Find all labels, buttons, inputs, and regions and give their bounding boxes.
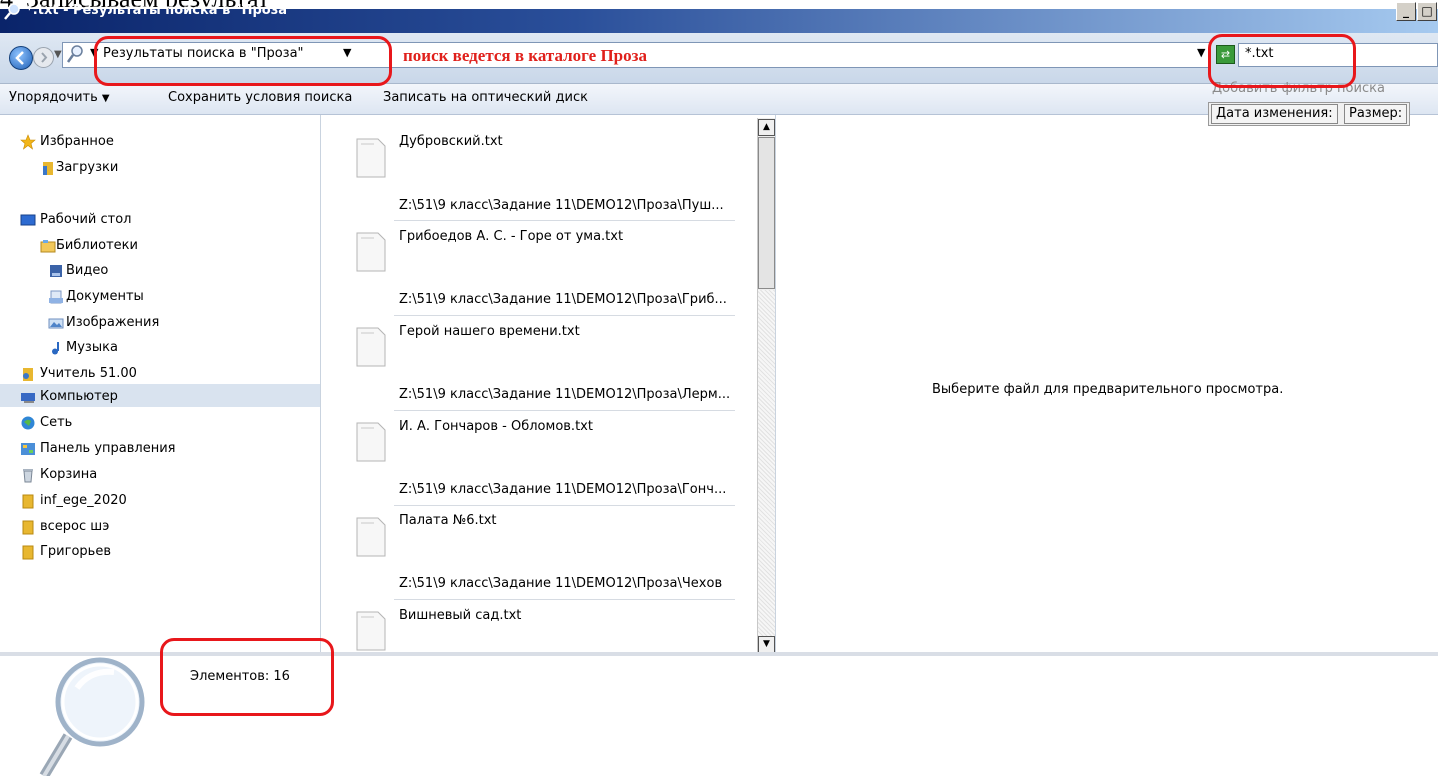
search-icon: [66, 45, 83, 63]
scroll-thumb[interactable]: [758, 137, 775, 289]
file-path: Z:\51\9 класс\Задание 11\DEMO12\Проза\Го…: [399, 482, 727, 497]
video-icon: [50, 265, 62, 277]
nav-favorites-label: Избранное: [40, 134, 114, 149]
file-name[interactable]: Грибоедов А. С. - Горе от ума.txt: [399, 229, 623, 244]
file-name[interactable]: Вишневый сад.txt: [399, 608, 521, 623]
computer-icon: [21, 393, 35, 403]
burn-disc-button[interactable]: Записать на оптический диск: [383, 90, 588, 105]
nav-folder-grigoriev-label: Григорьев: [40, 544, 111, 559]
downloads-folder-icon: [43, 162, 53, 175]
nav-music-label: Музыка: [66, 340, 118, 355]
nav-images-label: Изображения: [66, 315, 160, 330]
folder-icon: [22, 545, 34, 560]
size-filter[interactable]: Размер:: [1344, 104, 1408, 124]
nav-desktop-label: Рабочий стол: [40, 212, 132, 227]
file-name[interactable]: Дубровский.txt: [399, 134, 503, 149]
address-dropdown-icon[interactable]: ▼: [1197, 46, 1205, 59]
file-name[interactable]: Герой нашего времени.txt: [399, 324, 580, 339]
nav-documents-label: Документы: [66, 289, 144, 304]
nav-downloads-label: Загрузки: [56, 160, 119, 175]
window-title: *.txt - Результаты поиска в "Проза": [26, 3, 294, 18]
chevron-down-icon: ▼: [101, 93, 110, 104]
maximize-button[interactable]: □: [1417, 2, 1437, 21]
preview-message: Выберите файл для предварительного просм…: [932, 382, 1284, 397]
organize-label: Упорядочить: [9, 90, 98, 105]
text-file-icon: [356, 327, 386, 367]
results-list: [322, 115, 755, 652]
organize-button[interactable]: Упорядочить ▼: [9, 90, 110, 105]
file-path: Z:\51\9 класс\Задание 11\DEMO12\Проза\Пу…: [399, 198, 724, 213]
arrow-right-icon: [41, 52, 48, 63]
arrow-left-icon: [15, 51, 24, 65]
preview-divider: [775, 115, 776, 652]
annotation-text: поиск ведется в каталоге Проза: [403, 46, 647, 65]
nav-computer-label: Компьютер: [40, 389, 118, 404]
control-panel-icon: [21, 443, 35, 455]
row-divider: [394, 315, 735, 316]
row-divider: [394, 599, 735, 600]
nav-user-label: Учитель 51.00: [40, 366, 137, 381]
nav-recycle-bin-label: Корзина: [40, 467, 98, 482]
nav-control-panel-label: Панель управления: [40, 441, 176, 456]
forward-button[interactable]: [33, 47, 54, 68]
text-file-icon: [356, 138, 386, 178]
text-file-icon: [356, 232, 386, 272]
file-name[interactable]: И. А. Гончаров - Обломов.txt: [399, 419, 593, 434]
annotation-outline-count: [160, 638, 334, 716]
desktop-icon: [20, 214, 36, 226]
annotation-outline-address: [94, 36, 392, 86]
text-file-icon: [356, 611, 386, 651]
date-modified-filter[interactable]: Дата изменения:: [1211, 104, 1338, 124]
user-folder-icon: [23, 368, 33, 381]
back-button[interactable]: [9, 46, 33, 70]
libraries-icon: [40, 240, 56, 253]
row-divider: [394, 505, 735, 506]
file-path: Z:\51\9 класс\Задание 11\DEMO12\Проза\Че…: [399, 576, 723, 591]
scroll-down-button[interactable]: ▼: [758, 636, 775, 653]
file-path: Z:\51\9 класс\Задание 11\DEMO12\Проза\Гр…: [399, 292, 727, 307]
file-name[interactable]: Палата №6.txt: [399, 513, 497, 528]
nav-folder-inf-ege-label: inf_ege_2020: [40, 493, 127, 508]
nav-folder-vseros-label: всерос шэ: [40, 519, 110, 534]
scroll-up-button[interactable]: ▲: [758, 119, 775, 136]
network-icon: [21, 416, 35, 430]
scroll-track[interactable]: [758, 290, 775, 636]
nav-video-label: Видео: [66, 263, 109, 278]
nav-libraries-label: Библиотеки: [56, 238, 138, 253]
row-divider: [394, 220, 735, 221]
folder-icon: [22, 494, 34, 509]
magnifier-icon: [39, 657, 145, 776]
row-divider: [394, 410, 735, 411]
documents-icon: [49, 290, 63, 304]
star-icon: [20, 134, 36, 150]
file-path: Z:\51\9 класс\Задание 11\DEMO12\Проза\Ле…: [399, 387, 731, 402]
minimize-button[interactable]: _: [1396, 2, 1416, 21]
save-search-button[interactable]: Сохранить условия поиска: [168, 90, 352, 105]
text-file-icon: [356, 422, 386, 462]
nav-network-label: Сеть: [40, 415, 73, 430]
recent-pages-dropdown[interactable]: ▼: [54, 49, 62, 60]
recycle-bin-icon: [23, 469, 33, 483]
music-icon: [52, 342, 59, 355]
annotation-outline-search: [1208, 34, 1356, 88]
images-icon: [48, 318, 64, 329]
search-icon: [4, 3, 20, 20]
text-file-icon: [356, 517, 386, 557]
folder-icon: [22, 520, 34, 535]
